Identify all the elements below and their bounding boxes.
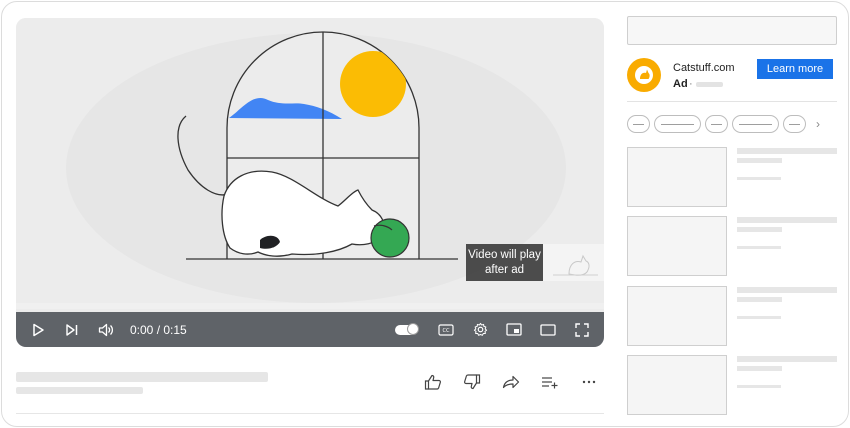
save-to-playlist-button[interactable] [539,371,561,393]
volume-button[interactable] [94,318,118,342]
play-button[interactable] [26,318,50,342]
autoplay-toggle[interactable] [394,318,424,342]
fullscreen-button[interactable] [570,318,594,342]
theater-mode-icon [540,323,556,336]
svg-text:CC: CC [443,328,450,334]
player-controls: 0:00 / 0:15 CC [16,312,604,347]
recommendation-item[interactable] [627,286,837,346]
cat-logo-icon [635,66,653,84]
play-icon [33,323,44,336]
ad-countdown-overlay[interactable]: Video will play after ad [466,244,543,281]
thumbs-down-icon [464,374,481,390]
time-display: 0:00 / 0:15 [130,322,187,337]
cat-thumbnail-icon [553,254,598,276]
more-icon [582,380,596,384]
miniplayer-button[interactable] [502,318,526,342]
filter-chip[interactable] [732,115,779,133]
recommendation-thumbnail[interactable] [627,147,727,207]
ad-badge: Ad [673,78,688,90]
next-button[interactable] [60,318,84,342]
recommendation-item[interactable] [627,355,837,415]
recommendation-channel-placeholder [737,227,782,232]
recommendation-thumbnail[interactable] [627,355,727,415]
fullscreen-icon [575,322,589,337]
video-player[interactable]: Video will play after ad 0:00 / 0:15 CC [16,18,604,347]
filter-chips: › [627,115,820,133]
recommendation-channel-placeholder [737,297,782,302]
recommendation-title-placeholder [737,217,837,223]
overlay-text: Video will play after ad [468,249,541,276]
divider [16,413,604,414]
skip-next-icon [66,323,78,336]
advertiser-logo[interactable] [627,58,661,92]
filter-chip[interactable] [627,115,650,133]
settings-button[interactable] [468,318,492,342]
more-button[interactable] [578,371,600,393]
recommendation-item[interactable] [627,147,837,207]
share-icon [502,375,520,389]
filter-chip[interactable] [654,115,701,133]
sidebar: Catstuff.com Ad · Learn more › [627,2,837,426]
recommendation-channel-placeholder [737,366,782,371]
sidebar-divider [627,101,837,102]
volume-icon [98,323,114,336]
app-frame: Video will play after ad 0:00 / 0:15 CC … [1,1,849,427]
filter-chip[interactable] [783,115,806,133]
recommendation-meta-placeholder [737,177,781,180]
recommendation-meta-placeholder [737,246,781,249]
recommendation-channel-placeholder [737,158,782,163]
recommendation-item[interactable] [627,216,837,276]
video-title-placeholder [16,372,268,382]
miniplayer-icon [506,323,522,336]
ad-separator: · [689,78,693,90]
recommendation-title-placeholder [737,287,837,293]
gear-icon [473,322,487,336]
share-button[interactable] [500,371,522,393]
learn-more-button[interactable]: Learn more [757,59,833,79]
upcoming-video-thumbnail[interactable] [543,244,604,281]
theater-mode-button[interactable] [536,318,560,342]
recommendation-meta-placeholder [737,316,781,319]
progress-bar[interactable] [16,303,604,309]
autoplay-toggle-icon [395,322,419,335]
thumbs-up-icon [424,374,441,390]
like-button[interactable] [422,371,444,393]
recommendation-thumbnail[interactable] [627,216,727,276]
recommendation-title-placeholder [737,148,837,154]
ad-info-placeholder [696,82,723,87]
video-subtitle-placeholder [16,387,143,394]
recommendation-meta-placeholder [737,385,781,388]
video-actions [422,371,617,393]
companion-banner-placeholder[interactable] [627,16,837,45]
captions-button[interactable]: CC [434,318,458,342]
ad-domain[interactable]: Catstuff.com [673,62,735,74]
chevron-right-icon[interactable]: › [816,117,820,131]
captions-icon: CC [438,323,454,336]
add-to-playlist-icon [542,377,558,389]
recommendation-title-placeholder [737,356,837,362]
dislike-button[interactable] [461,371,483,393]
recommendation-thumbnail[interactable] [627,286,727,346]
filter-chip[interactable] [705,115,728,133]
